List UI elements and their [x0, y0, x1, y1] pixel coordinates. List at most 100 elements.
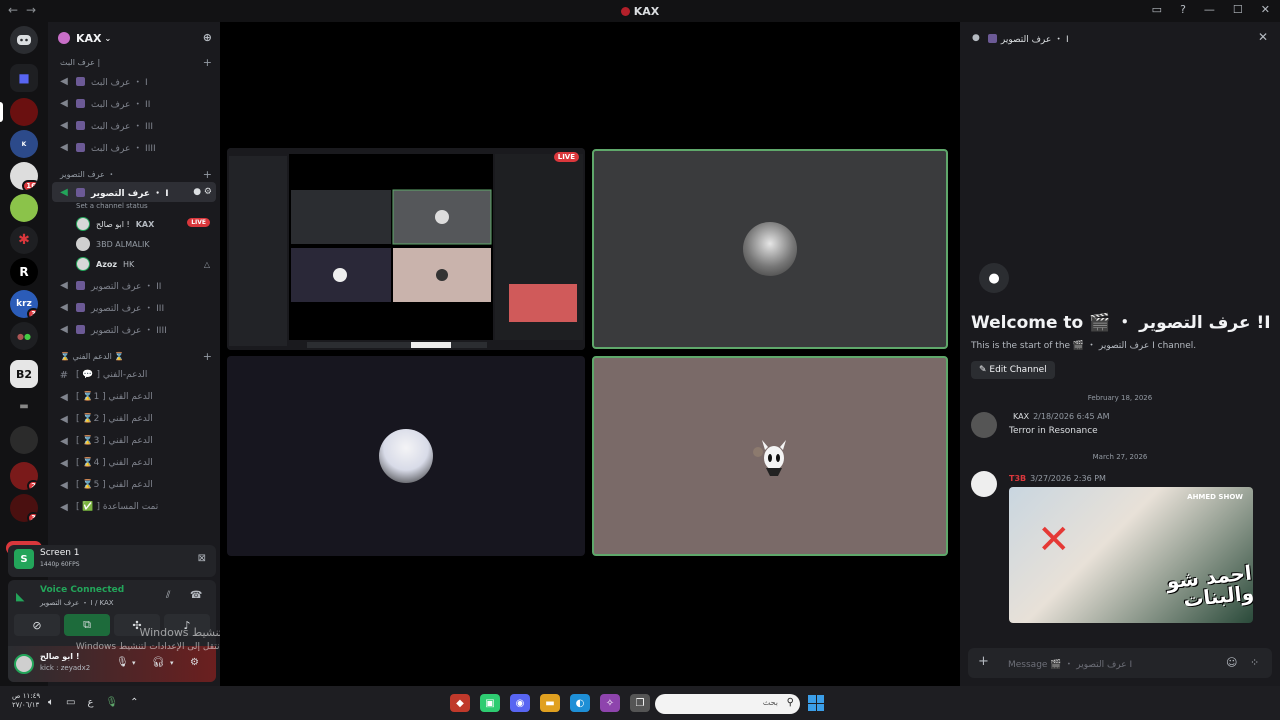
participant-tile[interactable] — [227, 356, 585, 556]
image-attachment[interactable]: ✕ AHMED SHOW احمد شو والبنات — [1009, 487, 1253, 623]
camera-off-button[interactable]: ⊘ — [14, 614, 60, 636]
discord-taskbar-icon[interactable]: ◉ — [510, 694, 530, 712]
copilot-icon[interactable]: ✧ — [600, 694, 620, 712]
task-view-icon[interactable]: ❐ — [630, 694, 650, 712]
voice-channel-active[interactable]: ◀ عرف التصوير ・ I ● ⚙ — [52, 182, 216, 202]
settings-gear-icon[interactable]: ⚙ — [190, 657, 199, 668]
title-bar: ←→ KAX ▭ ? — ☐ ✕ — [0, 0, 1280, 22]
category-filming[interactable]: عرف التصوير ・ + — [48, 166, 220, 182]
clock[interactable]: ١١:٤٩ ص ٢٧/٠٦/١٣ — [12, 692, 40, 710]
add-channel-icon[interactable]: + — [203, 56, 212, 69]
message[interactable]: KAX 2/18/2026 6:45 AM Terror in Resonance — [971, 412, 1269, 442]
microphone-icon[interactable]: 🎙︎ — [116, 657, 129, 668]
message-input[interactable]: Message 🎬 ・ عرف التصوير I — [1008, 657, 1132, 670]
server-r-icon[interactable]: R — [10, 258, 38, 286]
maximize-button[interactable]: ☐ — [1233, 3, 1243, 16]
server-kax-icon[interactable] — [10, 98, 38, 126]
inbox-icon[interactable]: ▭ — [1152, 3, 1162, 16]
chat-header: ● عرف التصوير ・ I ✕ — [972, 30, 1268, 45]
chat-bubble-icon: ● — [979, 263, 1009, 293]
server-header[interactable]: KAX ⌄ ⊕ — [48, 22, 220, 54]
voice-user[interactable]: Azoz HK △ — [48, 254, 220, 274]
voice-channel[interactable]: ◀[ ⌛2 ] الدعم الفني — [48, 408, 220, 430]
screen-share-tile[interactable]: LIVE — [227, 148, 585, 350]
server-red-logo-icon[interactable]: ✱ — [10, 226, 38, 254]
server-red-icon[interactable]: 2 — [10, 462, 38, 490]
voice-channel[interactable]: ◀[ ⌛1 ] الدعم الفني — [48, 386, 220, 408]
file-explorer-icon[interactable]: ▬ — [540, 694, 560, 712]
voice-channel[interactable]: ◀[ ⌛5 ] الدعم الفني — [48, 474, 220, 496]
server-krz-icon[interactable]: krz 3 — [10, 290, 38, 318]
voice-channel[interactable]: ◀ عرف التصوير ・ III — [48, 296, 220, 318]
voice-channel[interactable]: ◀ عرف التصوير ・ IIII — [48, 318, 220, 340]
stop-stream-icon[interactable]: ⊠ — [198, 553, 206, 564]
tray-chevron-up-icon[interactable]: ⌃ — [130, 697, 138, 708]
date-divider: February 18, 2026 — [1087, 394, 1153, 402]
chevron-down-icon[interactable]: ▾ — [132, 659, 136, 667]
server-dash-icon[interactable]: ▬ — [10, 392, 38, 420]
category-broadcast[interactable]: عرف البث | + — [48, 54, 220, 70]
avatar — [76, 237, 90, 251]
server-khalid-icon[interactable]: K — [10, 130, 38, 158]
noise-suppression-icon[interactable]: ⫽ — [166, 590, 170, 601]
server-avatar-icon[interactable]: 16 — [10, 162, 38, 190]
voice-channel[interactable]: ◀[ ⌛4 ] الدعم الفني — [48, 452, 220, 474]
app-icon-1[interactable]: ◆ — [450, 694, 470, 712]
emoji-icon[interactable]: ☺ — [1226, 656, 1237, 669]
close-icon[interactable]: ✕ — [1258, 30, 1268, 44]
participant-tile[interactable] — [592, 149, 948, 349]
voice-user[interactable]: 3BD ALMALIK — [48, 234, 220, 254]
direct-messages-icon[interactable] — [10, 26, 38, 54]
disconnect-icon[interactable]: ☎ — [190, 590, 202, 601]
speaker-icon: ◀ — [60, 323, 68, 335]
category-support[interactable]: ⌛ الدعم الفني ⌛ + — [48, 348, 220, 364]
voice-channel[interactable]: ◀ عرف البث ・ I — [48, 70, 220, 92]
chevron-down-icon[interactable]: ▾ — [170, 659, 174, 667]
voice-channel[interactable]: ◀ عرف البث ・ II — [48, 92, 220, 114]
server-green-icon[interactable] — [10, 194, 38, 222]
video-stage: LIVE — [220, 22, 955, 686]
windows-start-icon[interactable] — [808, 695, 824, 711]
server-dark-red-icon[interactable]: 3 — [10, 494, 38, 522]
network-icon[interactable]: ▭ — [66, 697, 75, 708]
invite-people-icon[interactable]: ⊕ — [203, 31, 212, 44]
server-folder-mix-icon[interactable]: ● ● — [10, 322, 38, 350]
server-b2-icon[interactable]: B2 — [10, 360, 38, 388]
edit-channel-button[interactable]: ✎ Edit Channel — [971, 361, 1055, 379]
screen-share-preview — [227, 148, 585, 350]
edge-browser-icon[interactable]: ◐ — [570, 694, 590, 712]
voice-channel[interactable]: ◀[ ⌛3 ] الدعم الفني — [48, 430, 220, 452]
apps-icon[interactable]: ⁘ — [1250, 656, 1259, 669]
voice-user[interactable]: ابو صالح ! KAX LIVE — [48, 214, 220, 234]
window-title: KAX — [0, 5, 1280, 18]
avatar — [971, 412, 997, 438]
voice-channel[interactable]: ◀ عرف البث ・ III — [48, 114, 220, 136]
minimize-button[interactable]: — — [1204, 3, 1215, 16]
add-attachment-icon[interactable]: + — [978, 654, 989, 669]
microphone-tray-icon[interactable]: 🎙︎ — [105, 697, 118, 708]
chevron-down-icon: ⌄ — [104, 33, 112, 43]
windows-activation-watermark: تنشيط Windows انتقل إلى الإعدادات لتنشيط… — [75, 626, 222, 652]
volume-icon[interactable]: 🔈︎ — [48, 697, 54, 708]
add-channel-icon[interactable]: + — [203, 350, 212, 363]
participant-tile[interactable] — [592, 356, 948, 556]
close-window-button[interactable]: ✕ — [1261, 3, 1270, 16]
voice-channel[interactable]: ◀ عرف البث ・ IIII — [48, 136, 220, 158]
language-indicator[interactable]: ع — [87, 697, 93, 708]
server-dark-icon[interactable] — [10, 426, 38, 454]
speaker-icon: ◀ — [60, 141, 68, 153]
message-composer[interactable]: + Message 🎬 ・ عرف التصوير I ☺ ⁘ — [968, 648, 1272, 678]
avatar[interactable] — [14, 654, 34, 674]
headphones-icon[interactable]: 🎧︎ — [152, 657, 165, 668]
app-icon-2[interactable]: ▣ — [480, 694, 500, 712]
text-channel[interactable]: #[ 💬 ] الدعم-الفني — [48, 364, 220, 386]
folder-icon[interactable]: ■ — [10, 64, 38, 92]
help-icon[interactable]: ? — [1180, 3, 1186, 16]
add-channel-icon[interactable]: + — [203, 168, 212, 181]
chat-gear-icons[interactable]: ● ⚙ — [193, 187, 212, 197]
taskbar-search[interactable]: بحث ⚲ — [655, 694, 800, 714]
voice-channel[interactable]: ◀ عرف التصوير ・ II — [48, 274, 220, 296]
message[interactable]: T3B 3/27/2026 2:36 PM ✕ AHMED SHOW احمد ش… — [971, 471, 1269, 627]
channel-status[interactable]: Set a channel status — [48, 202, 220, 214]
voice-channel[interactable]: ◀[ ✅ ] تمت المساعدة — [48, 496, 220, 518]
